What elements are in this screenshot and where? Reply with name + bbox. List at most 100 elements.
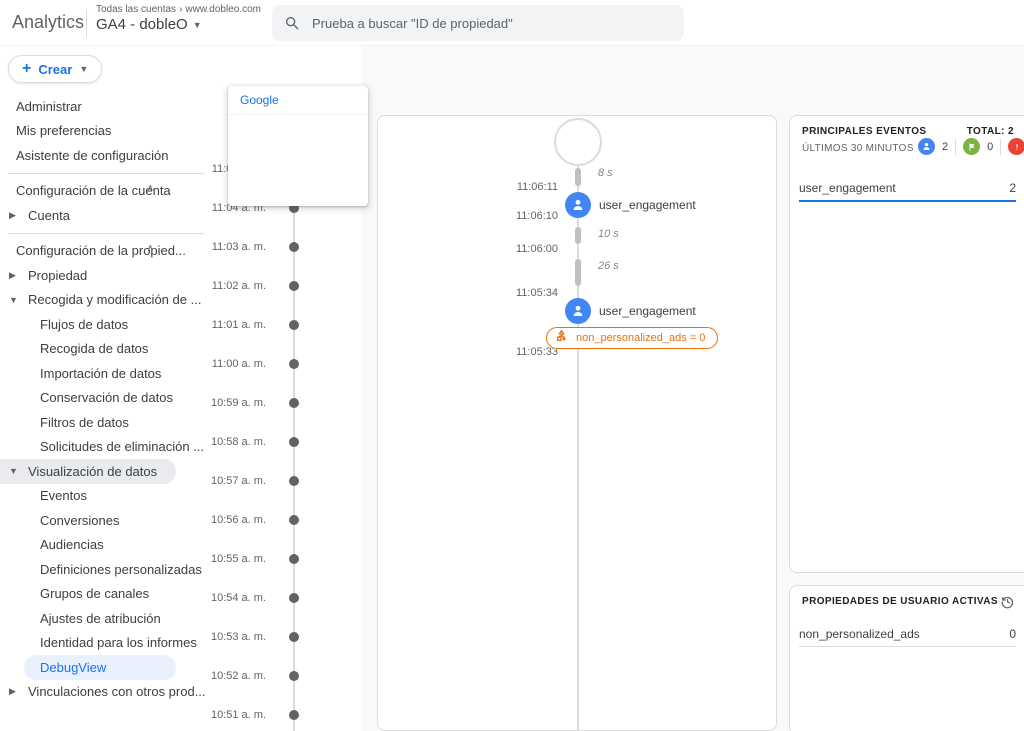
event-person-icon <box>565 298 591 324</box>
sidebar-item-propiedad[interactable]: ▶Propiedad <box>0 263 212 288</box>
search-bar[interactable] <box>272 5 684 41</box>
minute-tick[interactable]: 11:01 a. m. <box>206 317 316 333</box>
minute-dot <box>289 320 299 330</box>
minute-tick[interactable]: 10:53 a. m. <box>206 629 316 645</box>
sidebar-item-eventos[interactable]: Eventos <box>0 484 212 509</box>
top-events-title: PRINCIPALES EVENTOS <box>802 126 926 137</box>
minute-tick[interactable]: 11:00 a. m. <box>206 356 316 372</box>
minute-dot <box>289 476 299 486</box>
sidebar-item-debugview[interactable]: DebugView <box>24 655 176 680</box>
stream-interval-segment <box>575 227 581 244</box>
breadcrumb-account[interactable]: Todas las cuentas <box>96 4 176 15</box>
minute-dot <box>289 515 299 525</box>
minute-tick[interactable]: 10:56 a. m. <box>206 512 316 528</box>
conversions-count: 0 <box>987 141 993 153</box>
sidebar-item-audiencias[interactable]: Audiencias <box>0 533 212 558</box>
sidebar-item-recogida-modificacion[interactable]: ▼Recogida y modificación de ... <box>0 288 212 313</box>
minute-dot <box>289 437 299 447</box>
history-icon[interactable] <box>1000 594 1015 614</box>
user-property-row[interactable]: non_personalized_ads 0 <box>799 622 1016 647</box>
sidebar-item-filtros-de-datos[interactable]: Filtros de datos <box>0 410 212 435</box>
sidebar-section-configuracion-propiedad[interactable]: Configuración de la propied...∧ <box>0 239 212 264</box>
top-events-total: TOTAL: 2 <box>967 126 1014 137</box>
sidebar-item-solicitudes-eliminacion[interactable]: Solicitudes de eliminación ... <box>0 435 212 460</box>
chevron-up-icon: ∧ <box>147 243 154 254</box>
search-input[interactable] <box>312 16 652 31</box>
minute-dot <box>289 554 299 564</box>
user-property-name: non_personalized_ads <box>799 627 920 641</box>
property-name: GA4 - dobleO <box>96 16 188 33</box>
errors-warning-icon[interactable] <box>1008 138 1024 155</box>
user-properties-card: PROPIEDADES DE USUARIO ACTIVAS non_perso… <box>789 585 1024 731</box>
caret-right-icon: ▶ <box>9 686 16 697</box>
minute-tick[interactable]: 11:03 a. m. <box>206 239 316 255</box>
stream-interval-duration: 10 s <box>598 228 619 240</box>
events-count-icon[interactable] <box>918 138 935 155</box>
sidebar-item-conversiones[interactable]: Conversiones <box>0 508 212 533</box>
dropdown-option-google[interactable]: Google <box>228 86 368 115</box>
top-events-subtitle: ÚLTIMOS 30 MINUTOS <box>802 143 914 154</box>
caret-down-icon: ▼ <box>9 295 18 305</box>
user-properties-title: PROPIEDADES DE USUARIO ACTIVAS <box>802 596 998 607</box>
minute-tick[interactable]: 10:58 a. m. <box>206 434 316 450</box>
minute-dot <box>289 242 299 252</box>
breadcrumb-site[interactable]: www.dobleo.com <box>185 4 261 15</box>
sidebar-item-conservacion-de-datos[interactable]: Conservación de datos <box>0 386 212 411</box>
create-button[interactable]: + Crear ▼ <box>8 55 102 83</box>
top-events-card: PRINCIPALES EVENTOS TOTAL: 2 ÚLTIMOS 30 … <box>789 115 1024 573</box>
event-person-icon <box>565 192 591 218</box>
minute-tick[interactable]: 10:54 a. m. <box>206 590 316 606</box>
caret-right-icon: ▶ <box>9 210 16 221</box>
sidebar-item-recogida-de-datos[interactable]: Recogida de datos <box>0 337 212 362</box>
top-bar: Analytics Todas las cuentas › www.dobleo… <box>0 0 1024 46</box>
sidebar-item-definiciones-personalizadas[interactable]: Definiciones personalizadas <box>0 557 212 582</box>
stream-head-circle <box>554 118 602 166</box>
stream-event[interactable]: user_engagement <box>565 298 696 324</box>
debug-device-dropdown: Google <box>228 86 368 206</box>
nav-divider <box>8 173 204 174</box>
minute-tick[interactable]: 10:51 a. m. <box>206 707 316 723</box>
stream-timestamp: 11:06:00 <box>498 243 558 255</box>
admin-nav: Administrar Mis preferencias Asistente d… <box>0 94 212 704</box>
stream-interval-segment <box>575 259 581 286</box>
counter-divider <box>1000 139 1001 155</box>
property-selector[interactable]: GA4 - dobleO ▼ <box>96 16 261 33</box>
user-property-value: 0 <box>1009 627 1016 641</box>
stream-user-property[interactable]: non_personalized_ads = 0 <box>546 327 718 349</box>
create-button-label: Crear <box>38 62 72 77</box>
stream-interval-duration: 26 s <box>598 260 619 272</box>
sidebar-item-ajustes-de-atribucion[interactable]: Ajustes de atribución <box>0 606 212 631</box>
minute-dot <box>289 671 299 681</box>
conversions-flag-icon[interactable] <box>963 138 980 155</box>
minute-tick[interactable]: 11:02 a. m. <box>206 278 316 294</box>
sidebar-item-mis-preferencias[interactable]: Mis preferencias <box>0 119 212 144</box>
sidebar-item-cuenta[interactable]: ▶Cuenta <box>0 203 212 228</box>
chevron-up-icon: ∧ <box>147 183 154 194</box>
minute-dot <box>289 359 299 369</box>
chevron-down-icon: ▼ <box>193 20 202 30</box>
stream-timestamp: 11:05:34 <box>498 287 558 299</box>
ga4-debugview-page: Analytics Todas las cuentas › www.dobleo… <box>0 0 1024 731</box>
minute-tick[interactable]: 10:57 a. m. <box>206 473 316 489</box>
sidebar-item-flujos-de-datos[interactable]: Flujos de datos <box>0 312 212 337</box>
sidebar-item-administrar[interactable]: Administrar <box>0 94 212 119</box>
counter-divider <box>955 139 956 155</box>
sidebar-item-asistente-configuracion[interactable]: Asistente de configuración <box>0 143 212 168</box>
stream-timestamp: 11:05:33 <box>498 346 558 358</box>
top-event-row[interactable]: user_engagement 2 <box>799 176 1016 202</box>
sidebar-section-configuracion-cuenta[interactable]: Configuración de la cuenta∧ <box>0 179 212 204</box>
event-counters: 2 0 0 <box>918 138 1024 155</box>
sidebar-item-vinculaciones[interactable]: ▶Vinculaciones con otros prod... <box>0 680 212 705</box>
minute-tick[interactable]: 10:55 a. m. <box>206 551 316 567</box>
sidebar-item-visualizacion-de-datos[interactable]: ▼Visualización de datos <box>0 459 176 484</box>
sidebar-item-importacion-de-datos[interactable]: Importación de datos <box>0 361 212 386</box>
minute-tick[interactable]: 10:52 a. m. <box>206 668 316 684</box>
minute-tick[interactable]: 10:59 a. m. <box>206 395 316 411</box>
caret-right-icon: ▶ <box>9 270 16 281</box>
stream-timestamp: 11:06:10 <box>498 210 558 222</box>
minute-dot <box>289 593 299 603</box>
sidebar-item-grupos-de-canales[interactable]: Grupos de canales <box>0 582 212 607</box>
sidebar-item-identidad-informes[interactable]: Identidad para los informes <box>0 631 212 656</box>
minute-dot <box>289 710 299 720</box>
stream-event[interactable]: user_engagement <box>565 192 696 218</box>
